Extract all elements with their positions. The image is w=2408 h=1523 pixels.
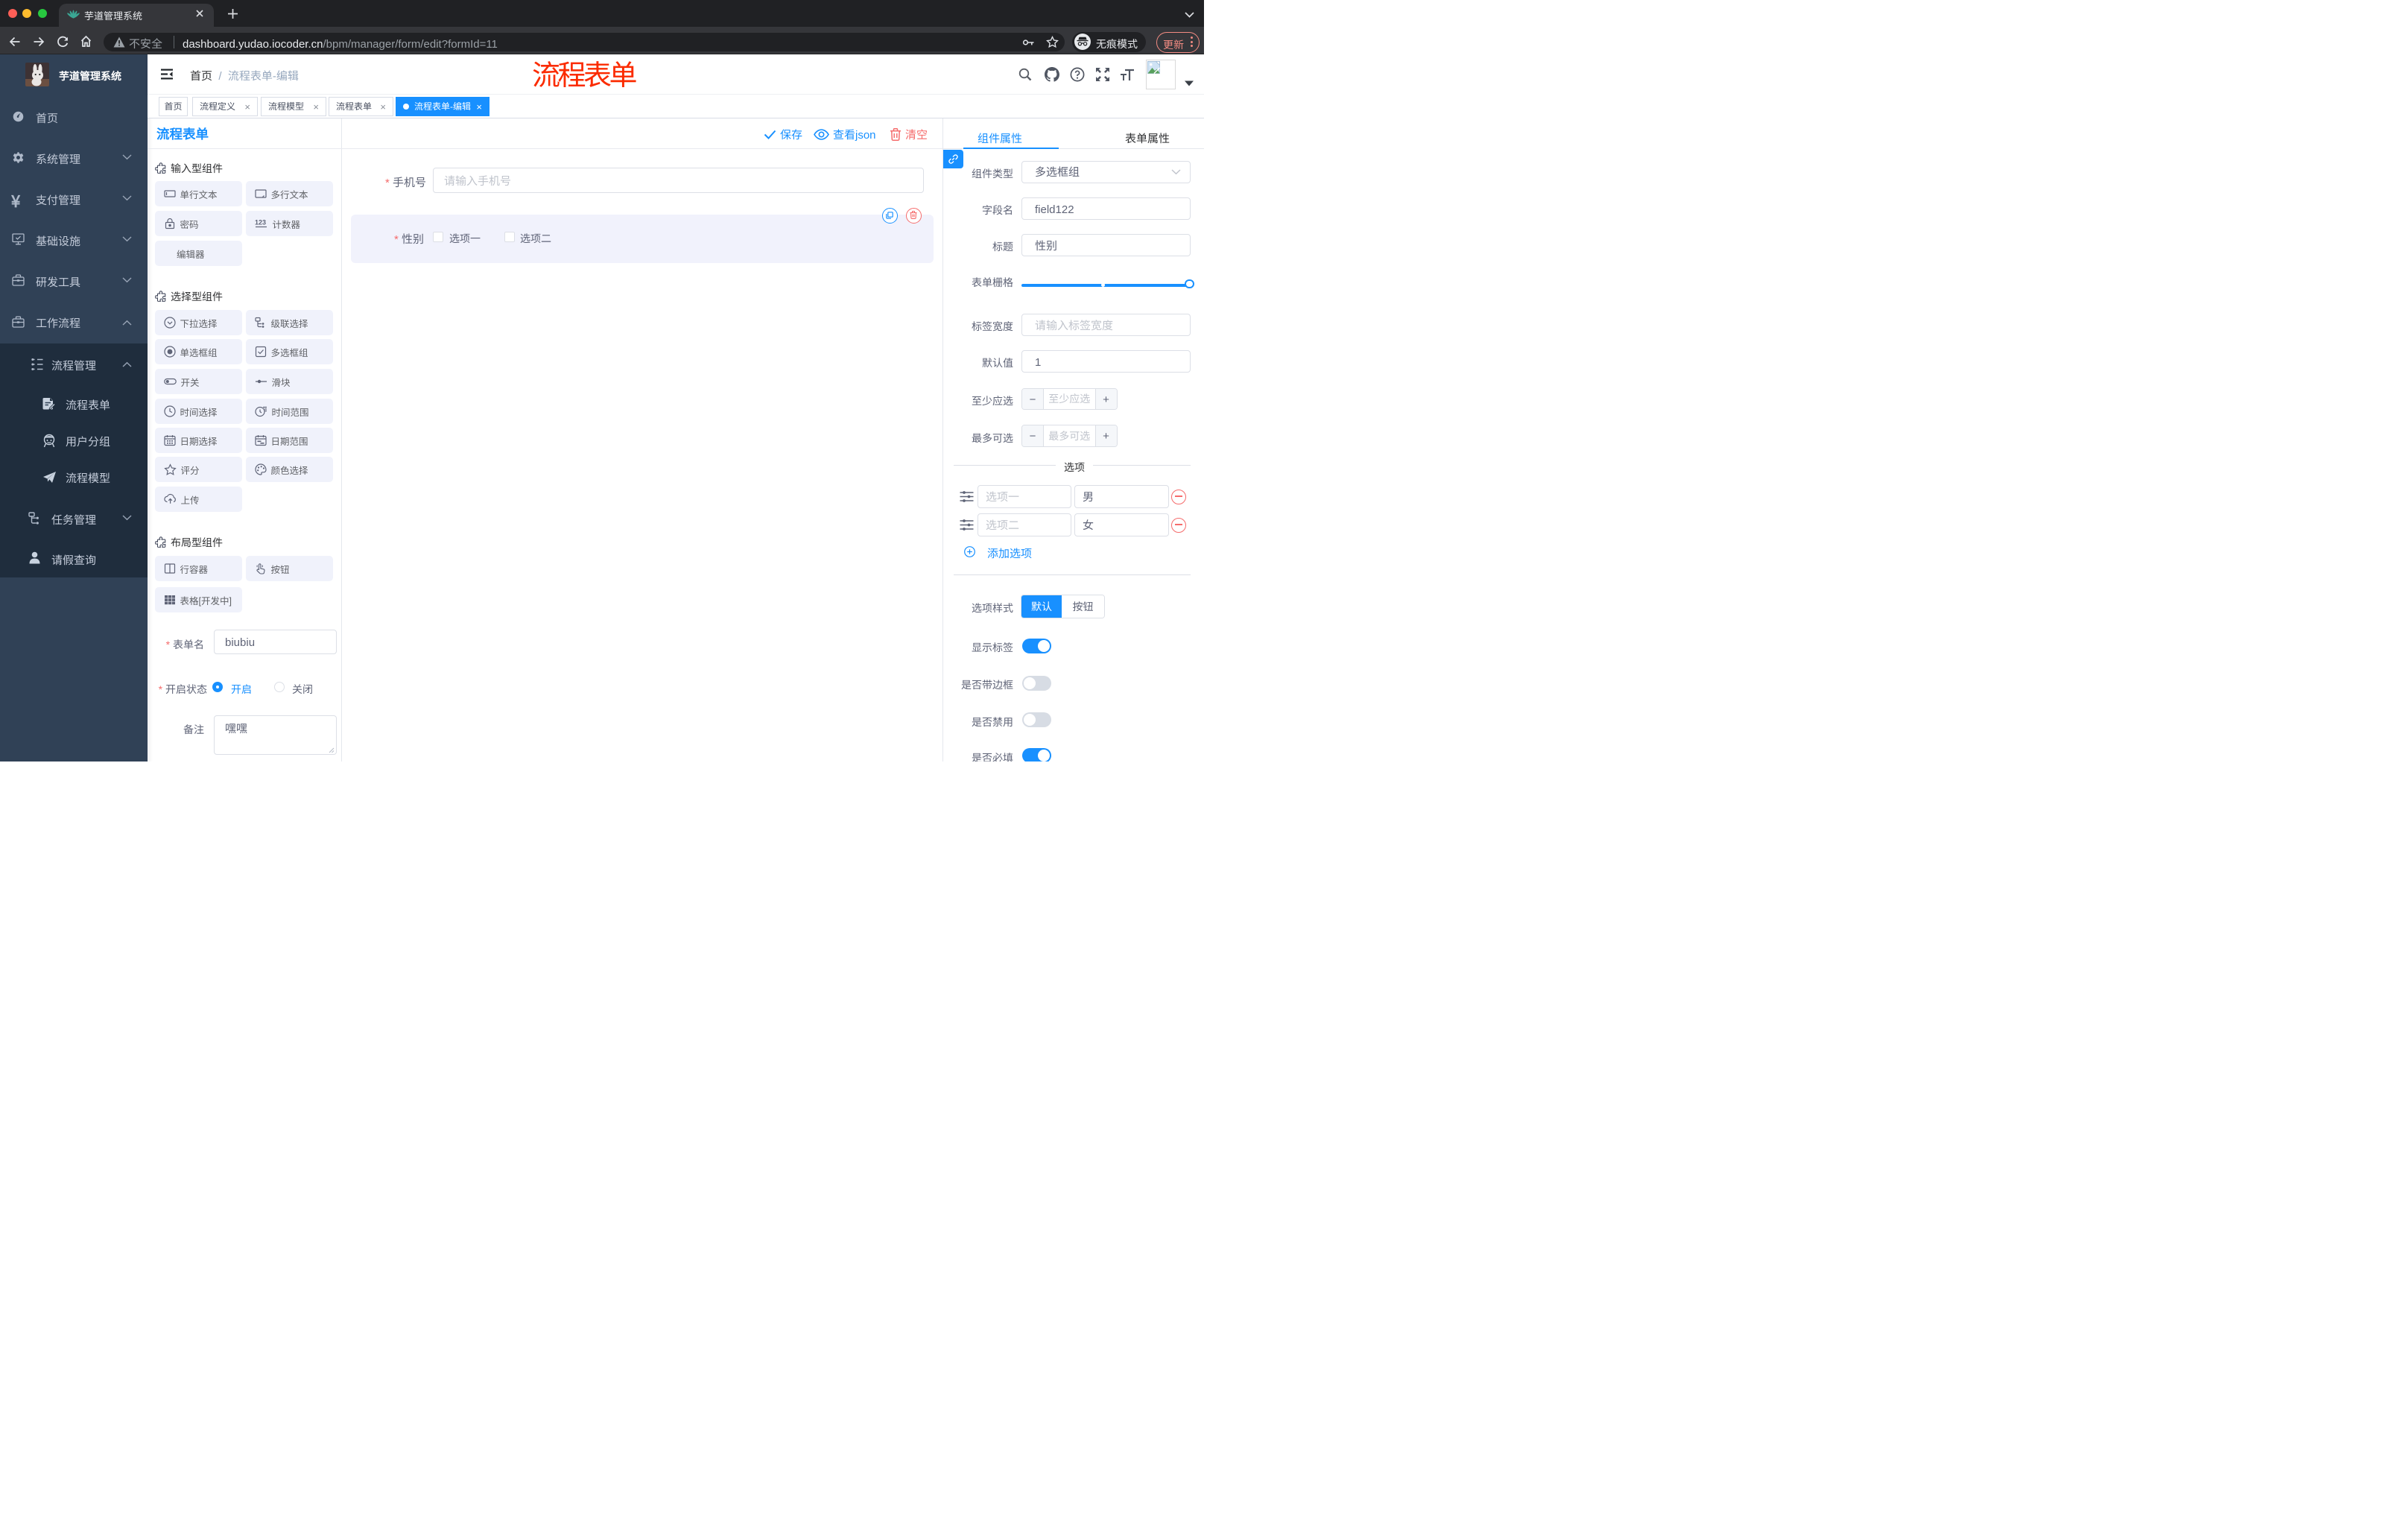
- svg-text:123: 123: [255, 219, 266, 227]
